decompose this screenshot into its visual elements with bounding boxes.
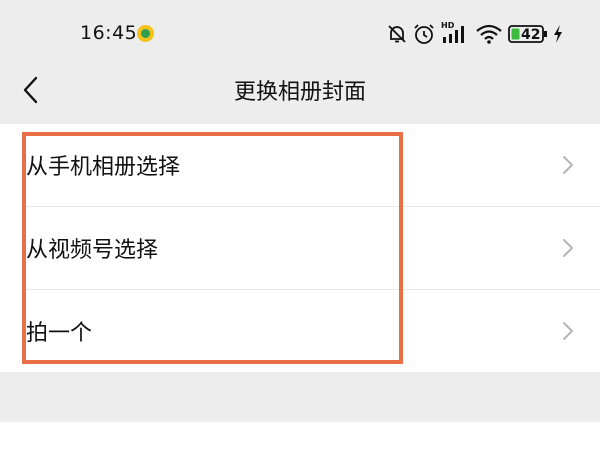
- battery-level: 42: [521, 27, 541, 43]
- menu-list: 从手机相册选择 从视频号选择 拍一个: [0, 124, 600, 372]
- charging-icon: [554, 25, 562, 43]
- page-title: 更换相册封面: [233, 80, 366, 105]
- menu-item-label: 从手机相册选择: [26, 155, 181, 180]
- chevron-right-icon: [563, 156, 573, 174]
- status-bar: 16:45 HD 42: [0, 0, 600, 64]
- menu-item-label: 从视频号选择: [26, 238, 159, 263]
- chevron-right-icon: [563, 322, 573, 340]
- bottom-panel: [0, 422, 600, 450]
- app-notification-icon: [137, 25, 154, 42]
- alarm-icon: [414, 24, 434, 44]
- bell-muted-icon: [388, 25, 406, 43]
- chevron-right-icon: [563, 239, 573, 257]
- menu-item-channels[interactable]: 从视频号选择: [0, 207, 600, 290]
- menu-item-label: 拍一个: [26, 321, 93, 346]
- nav-bar: 更换相册封面: [0, 64, 600, 122]
- menu-item-take-photo[interactable]: 拍一个: [0, 290, 600, 373]
- wifi-icon: [476, 24, 502, 44]
- menu-item-phone-album[interactable]: 从手机相册选择: [0, 124, 600, 207]
- status-time: 16:45: [80, 22, 138, 44]
- hd-signal-icon: [443, 26, 464, 43]
